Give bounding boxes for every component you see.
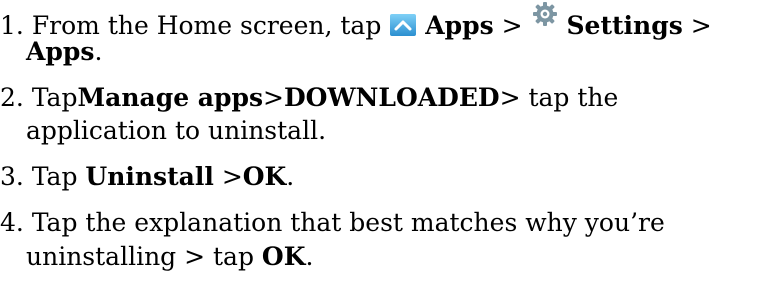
step-text: . bbox=[286, 162, 295, 191]
downloaded-label: DOWNLOADED bbox=[284, 83, 500, 112]
uninstall-label: Uninstall bbox=[85, 162, 214, 191]
step-text: application to uninstall. bbox=[26, 116, 327, 145]
step-text: > bbox=[213, 162, 243, 191]
step-text: . bbox=[94, 37, 103, 66]
step-text: > bbox=[263, 83, 284, 112]
step-text: Tap bbox=[31, 83, 78, 112]
settings-label: Settings bbox=[566, 11, 683, 40]
ok-label: OK bbox=[261, 242, 306, 271]
apps-label: Apps bbox=[425, 11, 494, 40]
step-text: > tap the bbox=[499, 83, 619, 112]
step-text: > bbox=[501, 11, 523, 40]
step-text: Tap bbox=[31, 162, 86, 191]
step-number: 3. bbox=[0, 162, 24, 191]
step-number: 1. bbox=[0, 11, 24, 40]
step-2-line-2: application to uninstall. bbox=[26, 114, 326, 148]
settings-gear-icon bbox=[531, 0, 559, 28]
apps-label: Apps bbox=[26, 37, 95, 66]
step-1-line-1: 1. From the Home screen, tap Apps > Sett… bbox=[0, 0, 712, 40]
apps-chevron-up-icon bbox=[389, 11, 417, 39]
step-number: 2. bbox=[0, 83, 24, 112]
step-4-line-1: 4. Tap the explanation that best matches… bbox=[0, 206, 665, 240]
step-text: Tap the explanation that best matches wh… bbox=[31, 208, 665, 237]
step-1-line-2: Apps. bbox=[26, 35, 102, 69]
manage-apps-label: Manage apps bbox=[77, 83, 264, 112]
step-text: uninstalling > tap bbox=[26, 242, 262, 271]
step-3-line-1: 3. Tap Uninstall >OK. bbox=[0, 160, 294, 194]
step-4-line-2: uninstalling > tap OK. bbox=[26, 240, 313, 274]
step-2-line-1: 2. TapManage apps>DOWNLOADED> tap the bbox=[0, 81, 618, 115]
step-text: . bbox=[305, 242, 314, 271]
step-number: 4. bbox=[0, 208, 24, 237]
ok-label: OK bbox=[242, 162, 287, 191]
step-text: > bbox=[690, 11, 712, 40]
